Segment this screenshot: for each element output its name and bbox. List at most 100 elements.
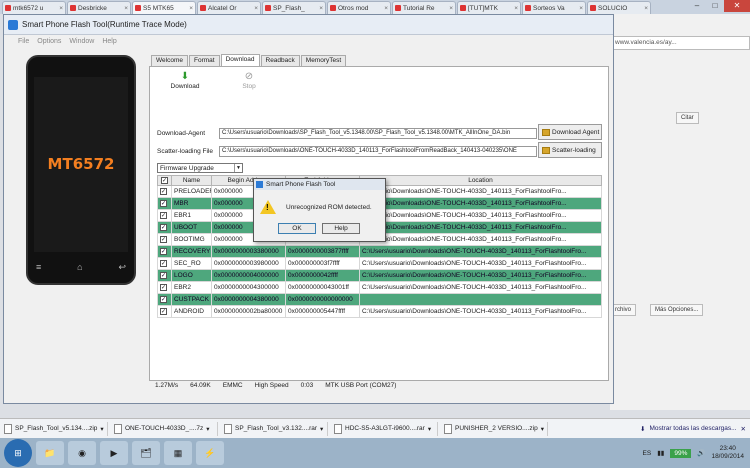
row-checkbox[interactable]: ✓ [160,235,167,243]
tab-welcome[interactable]: Welcome [151,55,188,66]
tab-readback[interactable]: Readback [260,55,300,66]
browser-tab[interactable]: [TUT]MTK × [457,1,521,14]
browser-tab[interactable]: mtk6572 u × [2,1,66,14]
minimize-icon[interactable]: – [688,0,706,12]
chevron-down-icon[interactable]: ▾ [541,425,544,433]
tab-memorytest[interactable]: MemoryTest [300,55,347,66]
cell-end: 0x000000003f7ffff [285,257,360,270]
clock[interactable]: 23:40 18/09/2014 [711,445,744,461]
chevron-down-icon[interactable]: ▾ [206,425,209,433]
menu-item[interactable]: Options [37,38,61,45]
status-field: High Speed [254,382,289,389]
close-tab-icon[interactable]: × [514,5,518,12]
phone-illustration: MT6572 ≡ ⌂ ↩ [26,55,136,285]
chrome-icon[interactable]: ◉ [68,441,96,465]
cell-name: SEC_RO [171,257,212,270]
download-item[interactable]: SP_Flash_Tool_v3.132....rar ▾ [224,421,328,436]
close-tab-icon[interactable]: × [579,5,583,12]
download-icon: ⬇ [640,425,646,433]
select-all-checkbox[interactable]: ✓ [161,176,168,184]
tab-bar: Welcome Format Download Readback MemoryTest [149,54,611,66]
archive-icon[interactable]: ▦ [164,441,192,465]
close-icon[interactable]: ✕ [741,425,746,433]
table-row[interactable]: ✓ ANDROID 0x0000000002ba80000 0x00000000544… [157,305,602,318]
tab-download[interactable]: Download [220,54,260,66]
row-checkbox[interactable]: ✓ [160,199,167,207]
browser-tab[interactable]: Alcatel Or × [197,1,261,14]
maximize-icon[interactable]: □ [706,0,724,12]
table-row[interactable]: ✓ SEC_RO 0x0000000003980000 0x000000003f7ff… [157,257,602,270]
browser-tab-label: Tutorial Re [403,4,435,12]
menu-item[interactable]: File [18,38,29,45]
close-tab-icon[interactable]: × [124,5,128,12]
close-tab-icon[interactable]: × [189,5,193,12]
tab-format[interactable]: Format [188,55,220,66]
menu-item[interactable]: Help [102,38,116,45]
row-checkbox[interactable]: ✓ [160,211,167,219]
table-row[interactable]: ✓ LOGO 0x0000000004000000 0x0000000042ffff C… [157,269,602,282]
close-tab-icon[interactable]: × [644,5,648,12]
browser-tab[interactable]: Sorteos Va × [522,1,586,14]
download-button[interactable]: ⬇ Download [170,71,200,90]
row-checkbox[interactable]: ✓ [160,187,167,195]
close-tab-icon[interactable]: × [384,5,388,12]
close-tab-icon[interactable]: × [319,5,323,12]
browser-tab[interactable]: Otros mod × [327,1,391,14]
menu-item[interactable]: Window [69,38,94,45]
scatter-field[interactable]: C:\Users\usuario\Downloads\ONE-TOUCH-403… [219,145,537,157]
row-checkbox[interactable]: ✓ [160,259,167,267]
chevron-down-icon[interactable]: ▾ [428,425,431,433]
mode-select[interactable]: Firmware Upgrade ▼ [157,163,243,173]
download-item[interactable]: ONE-TOUCH-4033D_....7z ▾ [114,421,218,436]
folder-icon[interactable]: 🗂 [132,441,160,465]
ok-button[interactable]: OK [278,223,316,234]
download-agent-button[interactable]: Download Agent [538,124,602,140]
download-item[interactable]: HDC-S5-A3LGT-i9600....rar ▾ [334,421,438,436]
download-agent-field[interactable]: C:\Users\usuario\Downloads\SP_Flash_Tool… [219,127,537,139]
close-icon[interactable]: ✕ [724,0,750,12]
taskbar: ⊞ 📁 ◉ ▶ 🗂 ▦ ⚡ ES ▮▮ 99% 🔊 23:40 18/09/20… [0,438,750,468]
browser-tab[interactable]: SOLUCIO × [587,1,651,14]
row-checkbox[interactable]: ✓ [160,295,167,303]
browser-tab[interactable]: Desbricke × [67,1,131,14]
close-tab-icon[interactable]: × [59,5,63,12]
table-row[interactable]: ✓ CUSTPACK 0x0000000004380000 0x00000000000… [157,293,602,306]
table-row[interactable]: ✓ RECOVERY 0x0000000003380000 0x00000000038… [157,245,602,258]
close-tab-icon[interactable]: × [254,5,258,12]
flash-tool-icon[interactable]: ⚡ [196,441,224,465]
more-options-button[interactable]: Más Opciones... [650,304,704,316]
row-checkbox[interactable]: ✓ [160,307,167,315]
browser-tab-label: SOLUCIO [598,4,628,12]
battery-indicator[interactable]: 99% [670,448,692,458]
browser-tab-label: Desbricke [78,4,107,12]
show-all-downloads[interactable]: ⬇ Mostrar todas las descargas... ✕ [640,425,750,433]
media-icon[interactable]: ▶ [100,441,128,465]
download-item[interactable]: SP_Flash_Tool_v5.134....zip ▾ [4,421,108,436]
browser-tab[interactable]: Tutorial Re × [392,1,456,14]
download-item-label: ONE-TOUCH-4033D_....7z [125,425,204,432]
table-row[interactable]: ✓ EBR2 0x0000000004300000 0x00000000043001f… [157,281,602,294]
cell-end: 0x0000000042ffff [285,269,360,282]
scatter-loading-button[interactable]: Scatter-loading [538,142,602,158]
cell-name: EBR1 [171,209,212,222]
download-item[interactable]: PUNISHER_2 VERSIO....zip ▾ [444,421,548,436]
help-button[interactable]: Help [322,223,360,234]
stop-button[interactable]: ⊘ Stop [234,71,264,90]
row-checkbox[interactable]: ✓ [160,247,167,255]
row-checkbox[interactable]: ✓ [160,271,167,279]
start-button[interactable]: ⊞ [4,439,32,467]
address-bar[interactable]: www.valencia.es/ay... [610,36,750,50]
explorer-icon[interactable]: 📁 [36,441,64,465]
chevron-down-icon[interactable]: ▾ [320,425,323,433]
chevron-down-icon[interactable]: ▾ [100,425,103,433]
browser-tab[interactable]: SP_Flash_ × [262,1,326,14]
browser-tab[interactable]: S5 MTK65 × [132,1,196,14]
language-indicator[interactable]: ES [643,450,652,457]
row-checkbox[interactable]: ✓ [160,283,167,291]
close-tab-icon[interactable]: × [449,5,453,12]
citar-button[interactable]: Citar [676,112,699,124]
network-icon[interactable]: ▮▮ [657,449,664,457]
volume-icon[interactable]: 🔊 [697,449,705,457]
row-checkbox[interactable]: ✓ [160,223,167,231]
file-icon [224,423,232,434]
